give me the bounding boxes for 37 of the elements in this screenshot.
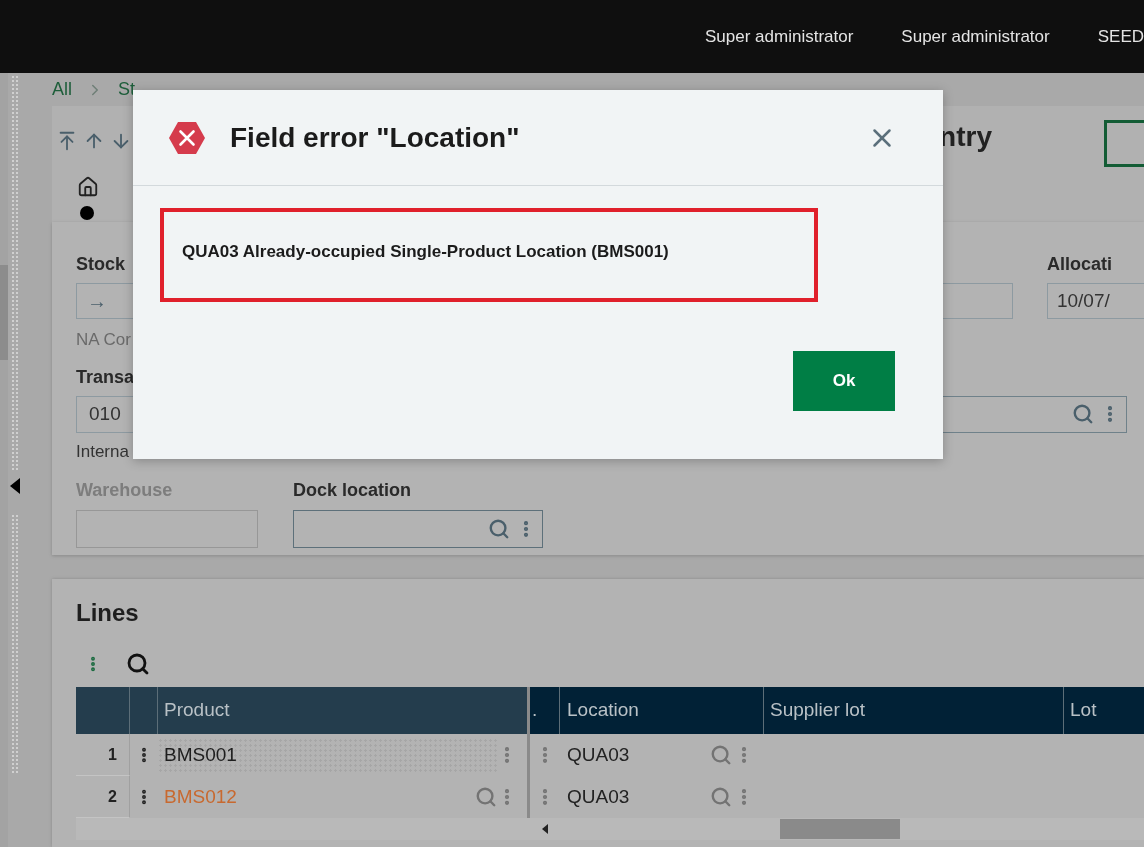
tab-indicator [80, 206, 94, 220]
column-header[interactable]: Product [158, 687, 530, 734]
field-label: Allocati [1046, 253, 1112, 276]
ok-button[interactable]: Ok [793, 351, 895, 411]
row-number: 1 [76, 734, 130, 776]
location-cell[interactable]: QUA03 [567, 740, 710, 770]
field-label: Dock location [293, 479, 412, 502]
collapse-icon[interactable] [10, 478, 20, 494]
section-title: Lines [76, 598, 140, 628]
field-label: Stock [76, 253, 126, 276]
product-cell[interactable]: BMS001 [158, 738, 497, 772]
error-message: QUA03 Already-occupied Single-Product Location (BMS001) [182, 242, 669, 261]
top-bar-item[interactable]: SEED [1097, 23, 1144, 50]
top-bar-item[interactable]: Super administrator [901, 23, 1050, 50]
search-icon[interactable] [126, 652, 150, 676]
column-header[interactable]: Location [560, 687, 764, 734]
header-cell [76, 687, 130, 734]
column-header[interactable]: Lot [1064, 687, 1144, 734]
scroll-left-icon[interactable] [542, 824, 548, 834]
top-bar-item[interactable]: Super administrator [705, 23, 854, 50]
error-icon [168, 120, 206, 155]
column-header[interactable]: Supplier lot [764, 687, 1064, 734]
scrollbar-thumb[interactable] [0, 265, 8, 360]
scrollbar-thumb[interactable] [780, 819, 900, 839]
home-tab-icon[interactable] [77, 176, 99, 198]
field-caption: NA Cor [76, 329, 131, 351]
location-cell[interactable]: QUA03 [567, 782, 710, 812]
dock-location-field[interactable] [293, 510, 543, 548]
dialog-title: Field error "Location" [230, 120, 520, 155]
field-label: Transa [76, 365, 135, 389]
field-caption: Interna [76, 440, 129, 463]
header-cell [130, 687, 158, 734]
action-button[interactable] [1104, 119, 1144, 167]
date-field[interactable]: 10/07/ [1046, 283, 1144, 319]
resize-handle[interactable] [11, 514, 19, 774]
resize-handle[interactable] [11, 75, 19, 470]
column-header[interactable]: . [530, 687, 560, 734]
